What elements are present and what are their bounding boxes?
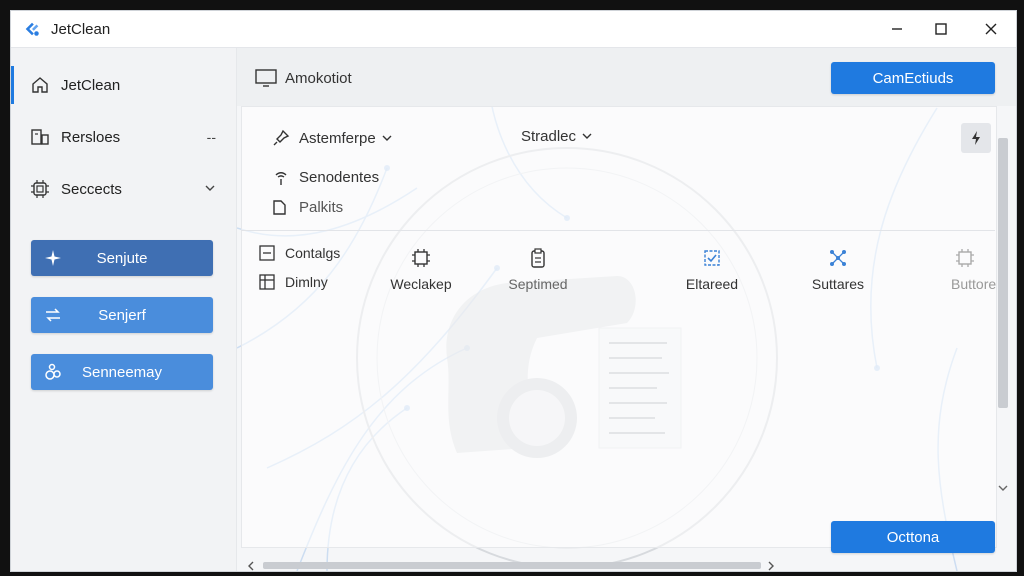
tool-buttore[interactable]: Buttore [933,246,997,292]
astemferpe-dropdown[interactable]: Astemferpe [271,128,392,148]
tool-label: Septimed [508,276,568,292]
sidebar-item-label: JetClean [61,76,121,94]
tool-weclakep[interactable]: Weclakep [376,246,466,292]
senodentes-label: Senodentes [299,168,380,186]
tool-suttares[interactable]: Suttares [793,246,883,292]
panel-divider [241,230,995,231]
senjerf-label: Senjerf [98,306,146,324]
scroll-left-icon[interactable] [247,561,255,571]
chip-icon [29,178,51,200]
app-window: JetClean JetClean Rersloes -- Seccects S… [10,10,1017,572]
octtona-label: Octtona [886,528,940,546]
monitor-icon [255,69,277,87]
senjerf-button[interactable]: Senjerf [31,297,213,333]
tool-label: Buttore [951,276,997,292]
tool-label: Eltareed [685,276,739,292]
sidebar-item-jetclean[interactable]: JetClean [11,65,236,105]
scroll-right-icon[interactable] [767,561,775,571]
senneemay-label: Senneemay [81,363,163,381]
sidebar: JetClean Rersloes -- Seccects Senjute Se… [11,48,237,571]
home-icon [29,74,51,96]
camectiuds-label: CamEctiuds [872,69,954,87]
main-content: Amokotiot CamEctiuds Astemferpe Stradlec [237,48,1016,571]
page-title: Amokotiot [285,70,352,87]
devices-icon [29,126,51,148]
close-button[interactable] [977,17,1005,41]
lightning-icon [972,131,980,145]
sidebar-item-rersloes[interactable]: Rersloes -- [11,117,236,157]
senodentes-option[interactable]: Senodentes [271,167,379,187]
stradlec-label: Stradlec [521,128,577,145]
contalgs-label: Contalgs [285,245,341,261]
sidebar-item-label: Seccects [61,180,122,198]
camectiuds-button[interactable]: CamEctiuds [831,62,995,94]
senjute-button[interactable]: Senjute [31,240,213,276]
dimlny-item[interactable]: Dimlny [257,272,328,292]
grid-box-icon [257,272,277,292]
minimize-button[interactable] [883,17,911,41]
check-chip-icon [700,246,724,270]
scrollbar-thumb[interactable] [998,138,1008,408]
tool-eltareed[interactable]: Eltareed [667,246,757,292]
senjute-label: Senjute [96,249,148,267]
folder-icon [271,197,291,217]
tool-label: Weclakep [390,276,452,292]
pin-icon [271,128,291,148]
palkits-label: Palkits [299,198,344,216]
horizontal-scrollbar[interactable] [241,558,781,571]
maximize-icon [935,23,947,35]
chip-outline-icon [409,246,433,270]
scroll-down-icon[interactable] [998,483,1008,493]
signal-icon [271,167,291,187]
dimlny-label: Dimlny [285,274,328,290]
sidebar-item-seccects[interactable]: Seccects [11,169,236,209]
contalgs-item[interactable]: Contalgs [257,243,340,263]
minimize-icon [892,28,902,30]
close-icon [985,23,997,35]
title-bar: JetClean [11,11,1016,48]
flash-button[interactable] [961,123,991,153]
chevron-down-icon [382,130,392,147]
minus-box-icon [257,243,277,263]
sidebar-item-tail: -- [206,129,216,145]
palkits-option[interactable]: Palkits [271,197,343,217]
sidebar-item-label: Rersloes [61,128,121,146]
senneemay-button[interactable]: Senneemay [31,354,213,390]
chevron-down-icon [582,128,592,145]
clipboard-icon [526,246,550,270]
jetclean-logo-icon [25,22,39,36]
dim-chip-icon [953,246,977,270]
scrollbar-thumb[interactable] [263,562,761,569]
chevron-down-icon[interactable] [204,181,216,197]
vertical-scrollbar[interactable] [995,118,1011,498]
tool-label: Suttares [811,276,865,292]
tool-septimed[interactable]: Septimed [493,246,583,292]
octtona-button[interactable]: Octtona [831,521,995,553]
maximize-button[interactable] [927,17,955,41]
stradlec-dropdown[interactable]: Stradlec [521,128,592,145]
window-title: JetClean [51,21,111,38]
astemferpe-label: Astemferpe [299,129,376,147]
network-icon [826,246,850,270]
